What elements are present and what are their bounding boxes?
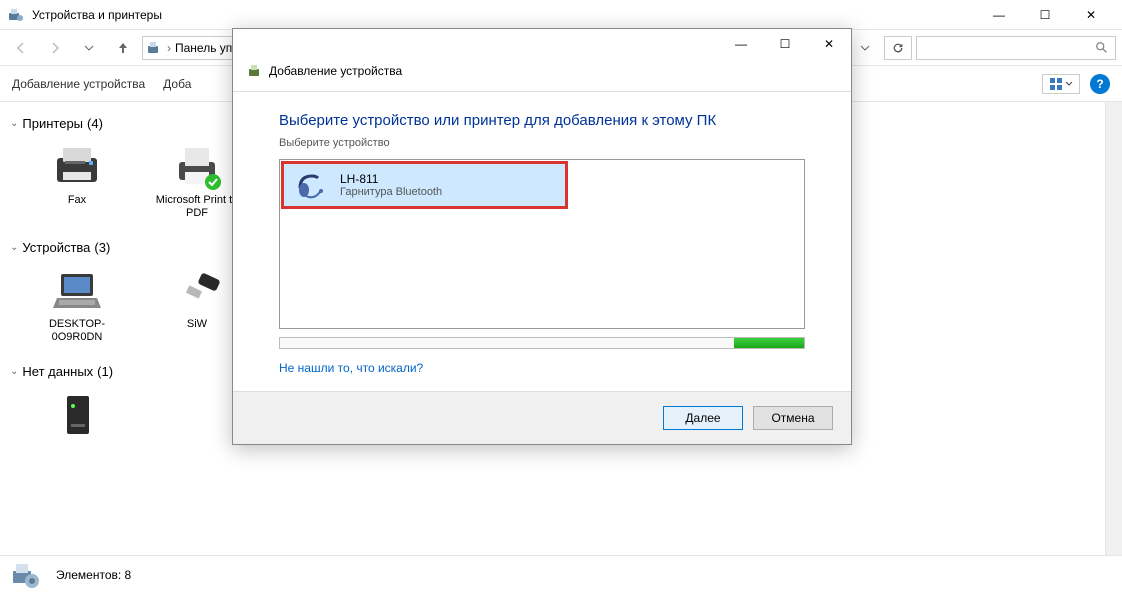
status-text: Элементов: 8: [56, 568, 131, 582]
breadcrumb-icon: [147, 40, 163, 56]
add-device-dialog: — ☐ ✕ Добавление устройства Выберите уст…: [232, 28, 852, 445]
chevron-down-icon: ⌄: [10, 118, 18, 129]
device-fax[interactable]: Fax: [32, 142, 122, 220]
help-button[interactable]: ?: [1090, 74, 1110, 94]
dialog-heading: Выберите устройство или принтер для доба…: [279, 112, 805, 129]
group-count: (1): [97, 364, 113, 379]
chevron-right-icon: ›: [167, 41, 171, 55]
view-mode-button[interactable]: [1042, 74, 1080, 94]
tower-icon: [49, 390, 105, 438]
forward-button[interactable]: [40, 35, 70, 61]
device-entry-lh811[interactable]: LH-811 Гарнитура Bluetooth: [281, 161, 568, 209]
device-label: DESKTOP-0O9R0DN: [32, 318, 122, 344]
device-siw[interactable]: SiW: [152, 266, 242, 344]
dialog-footer: Далее Отмена: [233, 391, 851, 444]
window-titlebar: Устройства и принтеры — ☐ ✕: [0, 0, 1122, 30]
device-label: Microsoft Print to PDF: [152, 194, 242, 220]
breadcrumb-text: Панель упр: [175, 41, 239, 55]
recent-dropdown[interactable]: [74, 35, 104, 61]
chevron-down-icon: ⌄: [10, 366, 18, 377]
usb-icon: [169, 266, 225, 314]
printer-icon: [169, 142, 225, 190]
device-entry-type: Гарнитура Bluetooth: [340, 186, 442, 198]
search-box[interactable]: [916, 36, 1116, 60]
device-label: SiW: [187, 318, 207, 331]
chevron-down-icon: ⌄: [10, 242, 18, 253]
window-title: Устройства и принтеры: [32, 8, 976, 22]
fax-icon: [49, 142, 105, 190]
search-icon: [1095, 41, 1109, 55]
toolbar-add-printer[interactable]: Доба: [163, 77, 191, 91]
dialog-close-button[interactable]: ✕: [807, 30, 851, 58]
dialog-icon: [247, 63, 263, 79]
not-found-link[interactable]: Не нашли то, что искали?: [279, 361, 423, 375]
group-count: (3): [94, 240, 110, 255]
dialog-maximize-button[interactable]: ☐: [763, 30, 807, 58]
dialog-body: Выберите устройство или принтер для доба…: [233, 92, 851, 391]
device-desktop[interactable]: DESKTOP-0O9R0DN: [32, 266, 122, 344]
maximize-button[interactable]: ☐: [1022, 0, 1068, 30]
headset-icon: [294, 170, 330, 200]
dialog-minimize-button[interactable]: —: [719, 30, 763, 58]
status-count: 8: [125, 568, 132, 582]
search-progress: [279, 337, 805, 349]
device-unknown[interactable]: [32, 390, 122, 438]
chevron-down-icon: [1065, 80, 1073, 88]
vertical-scrollbar[interactable]: [1105, 102, 1122, 555]
close-button[interactable]: ✕: [1068, 0, 1114, 30]
dialog-subheading: Выберите устройство: [279, 137, 805, 149]
dialog-header: Добавление устройства: [233, 59, 851, 92]
status-bar: Элементов: 8: [0, 555, 1122, 593]
search-input[interactable]: [923, 41, 1095, 55]
device-ms-print-pdf[interactable]: Microsoft Print to PDF: [152, 142, 242, 220]
window-icon: [8, 7, 24, 23]
view-icon: [1049, 77, 1063, 91]
status-label: Элементов:: [56, 568, 121, 582]
cancel-button[interactable]: Отмена: [753, 406, 833, 430]
toolbar-add-device[interactable]: Добавление устройства: [12, 77, 145, 91]
device-list: LH-811 Гарнитура Bluetooth: [279, 159, 805, 329]
not-found-link-row: Не нашли то, что искали?: [279, 361, 805, 375]
progress-bar-fill: [734, 338, 804, 348]
breadcrumb-dropdown[interactable]: [850, 35, 880, 61]
device-label: Fax: [68, 194, 86, 207]
refresh-button[interactable]: [884, 36, 912, 60]
group-label: Нет данных: [22, 364, 93, 379]
minimize-button[interactable]: —: [976, 0, 1022, 30]
dialog-title: Добавление устройства: [269, 64, 402, 78]
dialog-titlebar: — ☐ ✕: [233, 29, 851, 59]
group-label: Устройства: [22, 240, 90, 255]
group-label: Принтеры: [22, 116, 83, 131]
up-button[interactable]: [108, 35, 138, 61]
device-entry-name: LH-811: [340, 172, 442, 186]
group-count: (4): [87, 116, 103, 131]
laptop-icon: [49, 266, 105, 314]
statusbar-icon: [10, 559, 42, 591]
back-button[interactable]: [6, 35, 36, 61]
next-button[interactable]: Далее: [663, 406, 743, 430]
